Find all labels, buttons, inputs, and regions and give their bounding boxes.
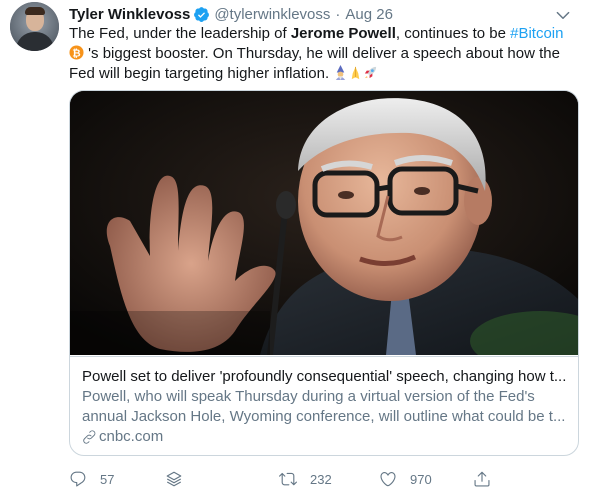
tweet-text-part: , continues to be <box>395 25 511 42</box>
separator: · <box>335 5 341 23</box>
card-title[interactable]: Powell set to deliver 'profoundly conseq… <box>82 367 568 387</box>
retweet-count: 232 <box>310 471 332 487</box>
share-icon <box>474 471 490 487</box>
wizard-emoji-icon <box>333 65 348 80</box>
tweet[interactable]: Tyler Winklevoss @tylerwinklevoss · Aug … <box>0 0 590 491</box>
share-button[interactable] <box>473 470 491 488</box>
like-count: 970 <box>410 471 432 487</box>
card-description: Powell, who will speak Thursday during a… <box>82 387 568 427</box>
card-domain-text[interactable]: cnbc.com <box>99 427 163 447</box>
verified-badge-icon <box>193 6 210 23</box>
card-domain[interactable]: cnbc.com <box>82 427 568 447</box>
avatar[interactable] <box>10 2 59 51</box>
card-image[interactable] <box>70 91 578 355</box>
bitcoin-emoji-icon: ₿ <box>69 45 84 60</box>
tweet-text: The Fed, under the leadership of Jerome … <box>69 24 579 84</box>
hashtag-bitcoin[interactable]: #Bitcoin <box>510 25 563 42</box>
link-card[interactable]: Powell set to deliver 'profoundly conseq… <box>69 90 579 456</box>
card-body[interactable]: Powell set to deliver 'profoundly conseq… <box>70 356 578 455</box>
link-icon <box>83 429 96 444</box>
reply-count: 57 <box>100 471 115 487</box>
chevron-down-icon[interactable] <box>554 6 572 24</box>
layers-button[interactable] <box>165 470 183 488</box>
tweet-actions: 57 232 970 <box>69 470 499 491</box>
tweet-date[interactable]: Aug 26 <box>345 6 393 23</box>
rocket-emoji-icon <box>363 65 378 80</box>
svg-text:₿: ₿ <box>72 47 80 59</box>
layers-icon <box>166 471 182 487</box>
card-photo <box>70 91 578 355</box>
reply-button[interactable]: 57 <box>69 470 114 488</box>
tweet-header: Tyler Winklevoss @tylerwinklevoss · Aug … <box>69 4 580 24</box>
tweet-text-part: 's biggest booster. On Thursday, he will… <box>69 45 560 82</box>
author-handle[interactable]: @tylerwinklevoss <box>214 6 330 23</box>
reply-icon <box>70 471 86 487</box>
retweet-icon <box>279 472 297 486</box>
author-name[interactable]: Tyler Winklevoss <box>69 6 190 23</box>
retweet-button[interactable]: 232 <box>279 470 332 488</box>
like-button[interactable]: 970 <box>379 470 432 488</box>
card-description-line: annual Jackson Hole, Wyoming conference,… <box>82 408 566 425</box>
card-description-line: Powell, who will speak Thursday during a… <box>82 388 535 405</box>
praying-hands-emoji-icon <box>348 65 363 80</box>
mention-jerome-powell: Jerome Powell <box>290 25 396 42</box>
tweet-text-part: The Fed, under the leadership of <box>69 25 291 42</box>
heart-icon <box>380 472 396 487</box>
